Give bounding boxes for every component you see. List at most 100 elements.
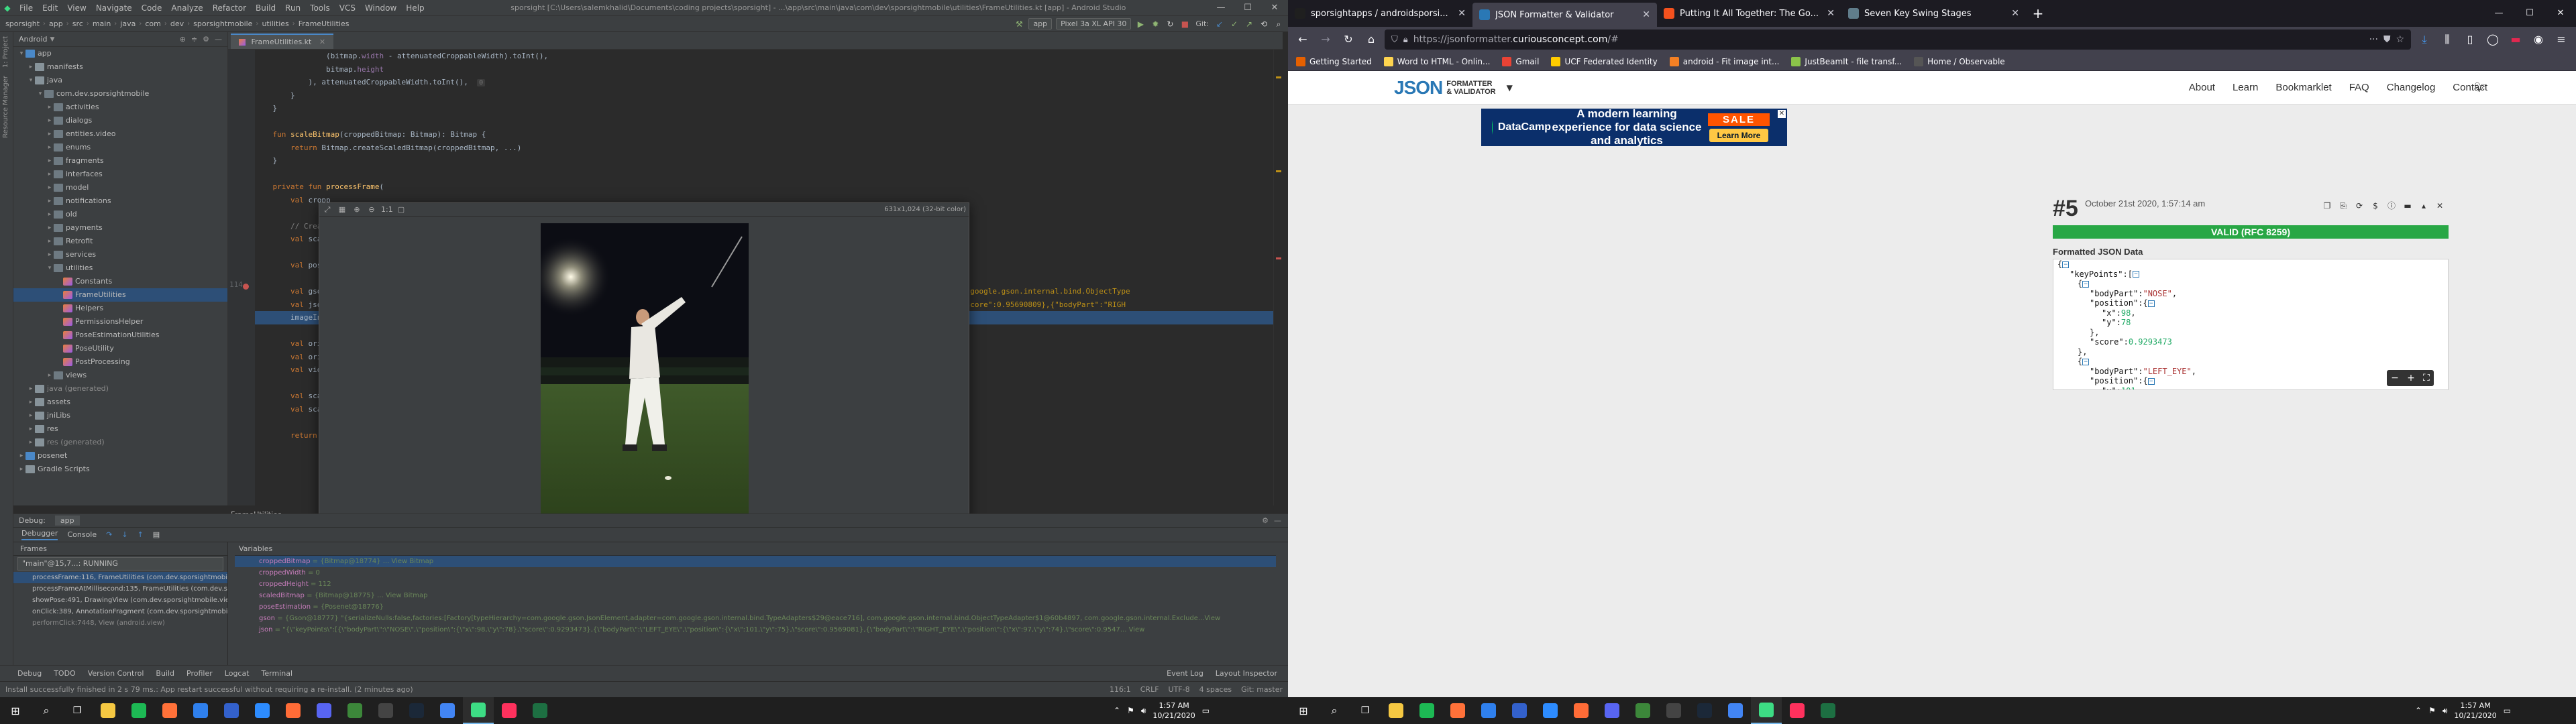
bookmark-item[interactable]: Gmail	[1502, 56, 1539, 66]
taskbar-app-spotify[interactable]	[123, 697, 154, 724]
tab-debugger[interactable]: Debugger	[21, 529, 58, 540]
tree-item[interactable]: ▸ java (generated)	[13, 382, 227, 396]
tree-item[interactable]: ▸ assets	[13, 396, 227, 409]
step-into-icon[interactable]: ↓	[121, 530, 127, 539]
notifications-icon[interactable]: ▭	[2504, 706, 2511, 715]
tool-tab-debug[interactable]: Debug	[17, 669, 42, 678]
chevron-right-icon[interactable]: ▸	[46, 221, 54, 235]
status-item[interactable]: 4 spaces	[1199, 685, 1232, 694]
refresh-icon[interactable]: ⟳	[2353, 200, 2365, 212]
taskbar-app-excel[interactable]	[525, 697, 555, 724]
breadcrumb-item[interactable]: FrameUtilities	[297, 19, 351, 28]
menu-navigate[interactable]: Navigate	[91, 3, 137, 13]
actual-size-icon[interactable]: 1:1	[381, 205, 393, 215]
menu-build[interactable]: Build	[251, 3, 280, 13]
tree-item[interactable]: ▸ fragments	[13, 154, 227, 168]
tree-item[interactable]: ▸ res	[13, 422, 227, 436]
project-view-select[interactable]: Android	[19, 35, 48, 44]
task-view-button[interactable]: ❐	[62, 697, 93, 724]
expand-icon[interactable]: ▴	[2418, 200, 2430, 212]
tree-item[interactable]: ▸ interfaces	[13, 168, 227, 181]
breadcrumb-item[interactable]: dev	[169, 19, 185, 28]
close-tab-icon[interactable]: ✕	[1642, 9, 1650, 20]
chevron-right-icon[interactable]: ▸	[46, 248, 54, 261]
new-tab-button[interactable]: +	[2026, 0, 2050, 27]
chevron-right-icon[interactable]: ▸	[27, 60, 35, 74]
zoom-in-icon[interactable]: ⊕	[352, 205, 362, 215]
chevron-down-icon[interactable]: ▾	[17, 47, 25, 60]
menu-tools[interactable]: Tools	[305, 3, 335, 13]
menu-window[interactable]: Window	[360, 3, 401, 13]
stack-frame[interactable]: processFrame:116, FrameUtilities (com.de…	[13, 572, 227, 583]
volume-icon[interactable]: 🔊︎	[2443, 706, 2448, 716]
tree-item[interactable]: ▾ utilities	[13, 261, 227, 275]
taskbar-app-chrome[interactable]	[432, 697, 463, 724]
taskbar-app-simplenote[interactable]	[1504, 697, 1535, 724]
tree-item[interactable]: ▸ views	[13, 369, 227, 382]
background-icon[interactable]: ▢	[396, 205, 407, 215]
chevron-right-icon[interactable]: ▸	[27, 382, 35, 396]
variable-row[interactable]: json = "{\"keyPoints\":[{\"bodyPart\":\"…	[235, 624, 1276, 636]
locate-icon[interactable]: ⊕	[180, 35, 186, 44]
browser-tab[interactable]: JSON Formatter & Validator ✕	[1472, 3, 1657, 27]
chevron-right-icon[interactable]: ▸	[27, 396, 35, 409]
chevron-right-icon[interactable]: ▸	[46, 208, 54, 221]
ad-learn-more-button[interactable]: Learn More	[1709, 128, 1769, 142]
tree-item[interactable]: PermissionsHelper	[13, 315, 227, 328]
chevron-down-icon[interactable]: ▾	[46, 261, 54, 275]
stop-icon[interactable]: ■	[1179, 19, 1190, 29]
tree-item[interactable]: ▸ enums	[13, 141, 227, 154]
taskbar-app-android-studio[interactable]	[463, 697, 494, 724]
taskbar-app-terminal[interactable]	[370, 697, 401, 724]
chevron-right-icon[interactable]: ▸	[46, 101, 54, 114]
breadcrumb-item[interactable]: java	[119, 19, 137, 28]
zoom-out-button[interactable]: −	[2391, 373, 2399, 383]
collapse-toggle-icon[interactable]: −	[2082, 280, 2090, 288]
tree-item[interactable]: ▸ dialogs	[13, 114, 227, 127]
taskbar-app-discord[interactable]	[1597, 697, 1627, 724]
breadcrumb-item[interactable]: utilities	[260, 19, 290, 28]
tree-item[interactable]: ▸ posenet	[13, 449, 227, 463]
info-icon[interactable]: ⓘ	[2385, 200, 2398, 212]
chevron-right-icon[interactable]: ▸	[46, 235, 54, 248]
taskbar-app-node[interactable]	[1627, 697, 1658, 724]
thread-select[interactable]: "main"@15,7...: RUNNING	[17, 557, 223, 570]
evaluate-icon[interactable]: ▤	[153, 530, 160, 539]
taskbar-app-discord[interactable]	[309, 697, 339, 724]
tree-item[interactable]: Helpers	[13, 302, 227, 315]
bookmark-item[interactable]: Home / Observable	[1914, 56, 2005, 66]
taskbar-app-zoom[interactable]	[247, 697, 278, 724]
fullscreen-icon[interactable]: ⛶	[2423, 373, 2430, 383]
nav-link-changelog[interactable]: Changelog	[2387, 82, 2436, 93]
variable-row[interactable]: poseEstimation = {Posenet@18776}	[235, 601, 1276, 613]
bookmark-star-icon[interactable]: ☆	[2396, 34, 2404, 45]
nav-link-learn[interactable]: Learn	[2233, 82, 2258, 93]
bookmark-item[interactable]: Word to HTML - Onlin...	[1383, 56, 1490, 66]
tree-item[interactable]: PoseUtility	[13, 342, 227, 355]
tool-tab-terminal[interactable]: Terminal	[262, 669, 293, 678]
bookmark-item[interactable]: android - Fit image int...	[1669, 56, 1779, 66]
variable-row[interactable]: croppedHeight = 112	[235, 579, 1276, 590]
editor-tab-frameutilities[interactable]: FrameUtilities.kt ✕	[231, 34, 334, 49]
taskbar-app-chrome[interactable]	[1720, 697, 1751, 724]
chevron-right-icon[interactable]: ▸	[17, 463, 25, 476]
network-icon[interactable]: ⚑	[2428, 706, 2436, 715]
windows-start-button[interactable]: ⊞	[0, 697, 31, 724]
network-icon[interactable]: ⚑	[1127, 706, 1134, 715]
taskbar-app-android-studio[interactable]	[1751, 697, 1782, 724]
menu-run[interactable]: Run	[280, 3, 305, 13]
breadcrumb-item[interactable]: sporsightmobile	[192, 19, 254, 28]
advertisement-banner[interactable]: DataCamp A modern learning experience fo…	[1481, 107, 1787, 147]
hammer-icon[interactable]: ⚒	[1014, 19, 1024, 29]
volume-icon[interactable]: 🔊︎	[1141, 706, 1146, 716]
stack-frame[interactable]: showPose:491, DrawingView (com.dev.spors…	[13, 595, 227, 606]
twitter-icon[interactable]: 🐦︎	[2474, 82, 2486, 93]
nav-link-about[interactable]: About	[2189, 82, 2215, 93]
collapse-icon[interactable]: ≑	[191, 35, 197, 44]
apply-changes-icon[interactable]: ↻	[1165, 19, 1175, 29]
status-item[interactable]: Git: master	[1241, 685, 1283, 694]
clock[interactable]: 1:57 AM 10/21/2020	[2454, 701, 2496, 721]
editor-scrollbar[interactable]	[1273, 50, 1283, 505]
taskbar-app-postman[interactable]	[278, 697, 309, 724]
ad-close-icon[interactable]: ✕	[1778, 110, 1786, 118]
